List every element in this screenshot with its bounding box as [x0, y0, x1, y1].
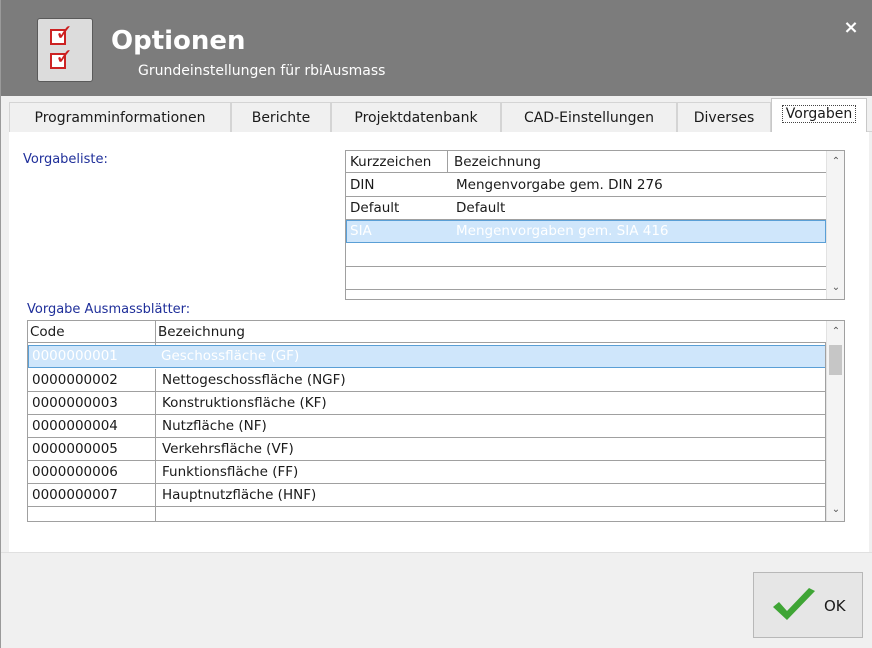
- ausmassblaetter-scrollbar[interactable]: ⌃ ⌄: [826, 321, 844, 521]
- bezeichnung-cell: Nutzfläche (NF): [162, 418, 267, 434]
- options-dialog: ✓ ✓ Optionen Grundeinstellungen für rbiA…: [0, 0, 872, 648]
- tab-cad-einstellungen[interactable]: CAD-Einstellungen: [501, 102, 677, 132]
- code-cell: 0000000002: [32, 372, 118, 388]
- kurzzeichen-cell: DIN: [350, 177, 375, 193]
- column-header-kurzzeichen[interactable]: Kurzzeichen: [350, 151, 431, 173]
- table-row[interactable]: 0000000004 Nutzfläche (NF): [28, 415, 826, 438]
- code-cell: 0000000007: [32, 487, 118, 503]
- bezeichnung-cell: Geschossfläche (GF): [161, 348, 300, 364]
- bezeichnung-cell: Verkehrsfläche (VF): [162, 441, 294, 457]
- list-item[interactable]: DIN Mengenvorgabe gem. DIN 276: [346, 174, 826, 197]
- ausmassblaetter-label: Vorgabe Ausmassblätter:: [27, 302, 191, 317]
- bezeichnung-cell: Default: [456, 200, 506, 216]
- dialog-footer: [1, 552, 872, 648]
- tab-programminformationen[interactable]: Programminformationen: [9, 102, 231, 132]
- table-row[interactable]: 0000000005 Verkehrsfläche (VF): [28, 438, 826, 461]
- table-row[interactable]: 0000000002 Nettogeschossfläche (NGF): [28, 369, 826, 392]
- bezeichnung-cell: Nettogeschossfläche (NGF): [162, 372, 346, 388]
- code-cell: 0000000001: [32, 348, 118, 364]
- tab-bar: Programminformationen Berichte Projektda…: [9, 98, 872, 133]
- bezeichnung-cell: Mengenvorgaben gem. SIA 416: [456, 223, 669, 239]
- tab-vorgaben[interactable]: Vorgaben: [771, 98, 867, 133]
- table-row[interactable]: 0000000003 Konstruktionsfläche (KF): [28, 392, 826, 415]
- close-icon[interactable]: ×: [841, 18, 861, 38]
- list-item-selected[interactable]: SIA Mengenvorgaben gem. SIA 416: [346, 220, 826, 243]
- tab-diverses[interactable]: Diverses: [677, 102, 771, 132]
- dialog-header: ✓ ✓ Optionen Grundeinstellungen für rbiA…: [1, 0, 872, 96]
- chevron-up-icon[interactable]: ⌃: [827, 153, 844, 171]
- dialog-title: Optionen: [111, 26, 246, 56]
- checklist-icon: ✓ ✓: [37, 18, 93, 82]
- column-header-bezeichnung[interactable]: Bezeichnung: [454, 151, 541, 173]
- kurzzeichen-cell: SIA: [350, 223, 372, 239]
- table-row[interactable]: 0000000007 Hauptnutzfläche (HNF): [28, 484, 826, 507]
- vorgabeliste-header: Kurzzeichen Bezeichnung: [346, 151, 826, 173]
- tab-berichte[interactable]: Berichte: [231, 102, 331, 132]
- list-item-empty: [346, 244, 826, 267]
- kurzzeichen-cell: Default: [350, 200, 400, 216]
- vorgaben-panel: Vorgabeliste: Kurzzeichen Bezeichnung DI…: [9, 132, 869, 552]
- table-row[interactable]: 0000000006 Funktionsfläche (FF): [28, 461, 826, 484]
- column-header-code[interactable]: Code: [30, 321, 65, 343]
- bezeichnung-cell: Funktionsfläche (FF): [162, 464, 299, 480]
- bezeichnung-cell: Konstruktionsfläche (KF): [162, 395, 327, 411]
- checkmark-icon: [773, 588, 815, 620]
- ok-label: OK: [824, 597, 846, 615]
- chevron-up-icon[interactable]: ⌃: [827, 323, 844, 341]
- code-cell: 0000000006: [32, 464, 118, 480]
- ausmassblaetter-grid[interactable]: Code Bezeichnung 0000000001 Geschossfläc…: [27, 320, 845, 522]
- vorgabeliste-label: Vorgabeliste:: [23, 152, 108, 167]
- chevron-down-icon[interactable]: ⌄: [827, 501, 844, 519]
- code-cell: 0000000005: [32, 441, 118, 457]
- vorgabeliste-scrollbar[interactable]: ⌃ ⌄: [826, 151, 844, 299]
- ok-button[interactable]: OK: [753, 572, 863, 638]
- list-item-empty: [346, 267, 826, 290]
- list-item[interactable]: Default Default: [346, 197, 826, 220]
- dialog-subtitle: Grundeinstellungen für rbiAusmass: [138, 63, 386, 79]
- ausmassblaetter-header: Code Bezeichnung: [28, 321, 826, 343]
- scrollbar-thumb[interactable]: [829, 345, 842, 375]
- tab-projektdatenbank[interactable]: Projektdatenbank: [331, 102, 501, 132]
- table-row-selected[interactable]: 0000000001 Geschossfläche (GF): [28, 345, 826, 368]
- chevron-down-icon[interactable]: ⌄: [827, 279, 844, 297]
- code-cell: 0000000004: [32, 418, 118, 434]
- code-cell: 0000000003: [32, 395, 118, 411]
- column-header-bezeichnung[interactable]: Bezeichnung: [158, 321, 245, 343]
- bezeichnung-cell: Mengenvorgabe gem. DIN 276: [456, 177, 663, 193]
- vorgabeliste-grid[interactable]: Kurzzeichen Bezeichnung DIN Mengenvorgab…: [345, 150, 845, 300]
- bezeichnung-cell: Hauptnutzfläche (HNF): [162, 487, 317, 503]
